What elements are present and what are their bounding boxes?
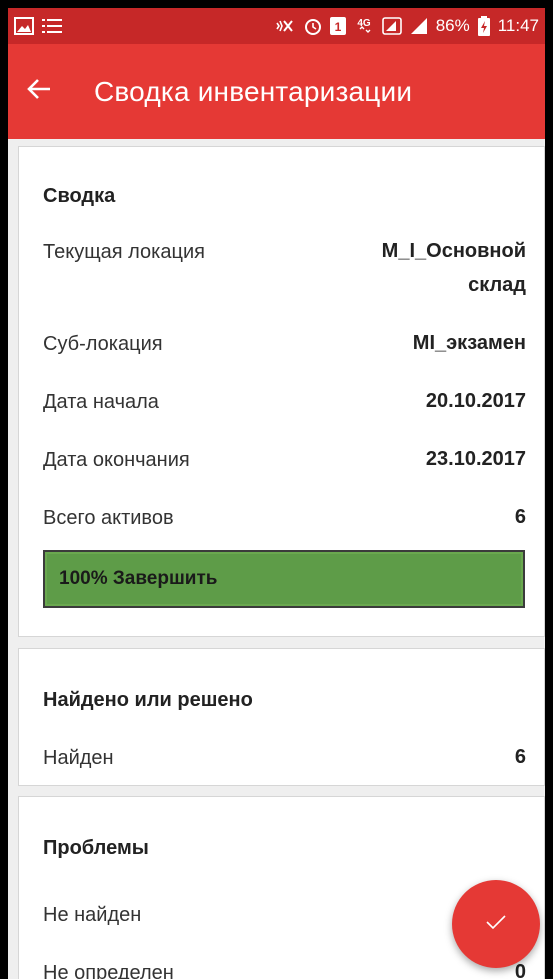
found-value: 6 [514, 746, 526, 768]
back-button[interactable] [8, 44, 70, 139]
found-title: Найдено или решено [43, 689, 253, 711]
sim-icon [381, 17, 402, 35]
current-location-value-line2: склад [468, 274, 526, 296]
notification-badge-icon: 1 [329, 17, 346, 35]
complete-progress-button[interactable]: 100% Завершить [43, 550, 525, 608]
svg-text:1: 1 [334, 20, 341, 34]
status-bar: 1 4G 86% 11:47 [8, 8, 545, 44]
end-date-label: Дата окончания [43, 449, 190, 471]
complete-progress-label: 100% Завершить [59, 568, 218, 589]
signal-icon [410, 17, 428, 35]
image-icon [14, 17, 34, 35]
phone-screen: 1 4G 86% 11:47 Сводка инвентаризации Сво… [8, 8, 545, 979]
current-location-label: Текущая локация [43, 241, 205, 263]
start-date-label: Дата начала [43, 391, 159, 413]
clock: 11:47 [497, 16, 539, 35]
undefined-label: Не определен [43, 962, 174, 979]
sub-location-value: MI_экзамен [412, 332, 526, 354]
app-bar: Сводка инвентаризации [8, 44, 545, 139]
found-label: Найден [43, 747, 114, 769]
page-title: Сводка инвентаризации [94, 75, 413, 107]
not-found-label: Не найден [43, 904, 142, 926]
list-icon [42, 18, 62, 34]
check-icon [484, 912, 508, 937]
4g-icon: 4G [354, 16, 374, 36]
end-date-value: 23.10.2017 [425, 448, 526, 470]
sub-location-label: Суб-локация [43, 333, 163, 355]
confirm-fab[interactable] [452, 880, 540, 968]
arrow-back-icon [26, 77, 52, 106]
summary-card: Сводка Текущая локация M_I_Основной скла… [18, 146, 545, 637]
svg-text:4G: 4G [357, 18, 371, 29]
found-card: Найдено или решено Найден 6 [18, 648, 545, 786]
current-location-value-line1: M_I_Основной [381, 240, 526, 262]
battery-percent: 86% [435, 16, 470, 35]
total-assets-value: 6 [514, 506, 526, 528]
current-location-value: M_I_Основной склад [382, 234, 526, 302]
vibrate-icon [276, 17, 296, 35]
summary-title: Сводка [43, 185, 116, 207]
alarm-icon [304, 17, 322, 35]
problems-title: Проблемы [43, 837, 149, 859]
battery-charging-icon [477, 16, 490, 36]
start-date-value: 20.10.2017 [425, 390, 526, 412]
total-assets-label: Всего активов [43, 507, 174, 529]
